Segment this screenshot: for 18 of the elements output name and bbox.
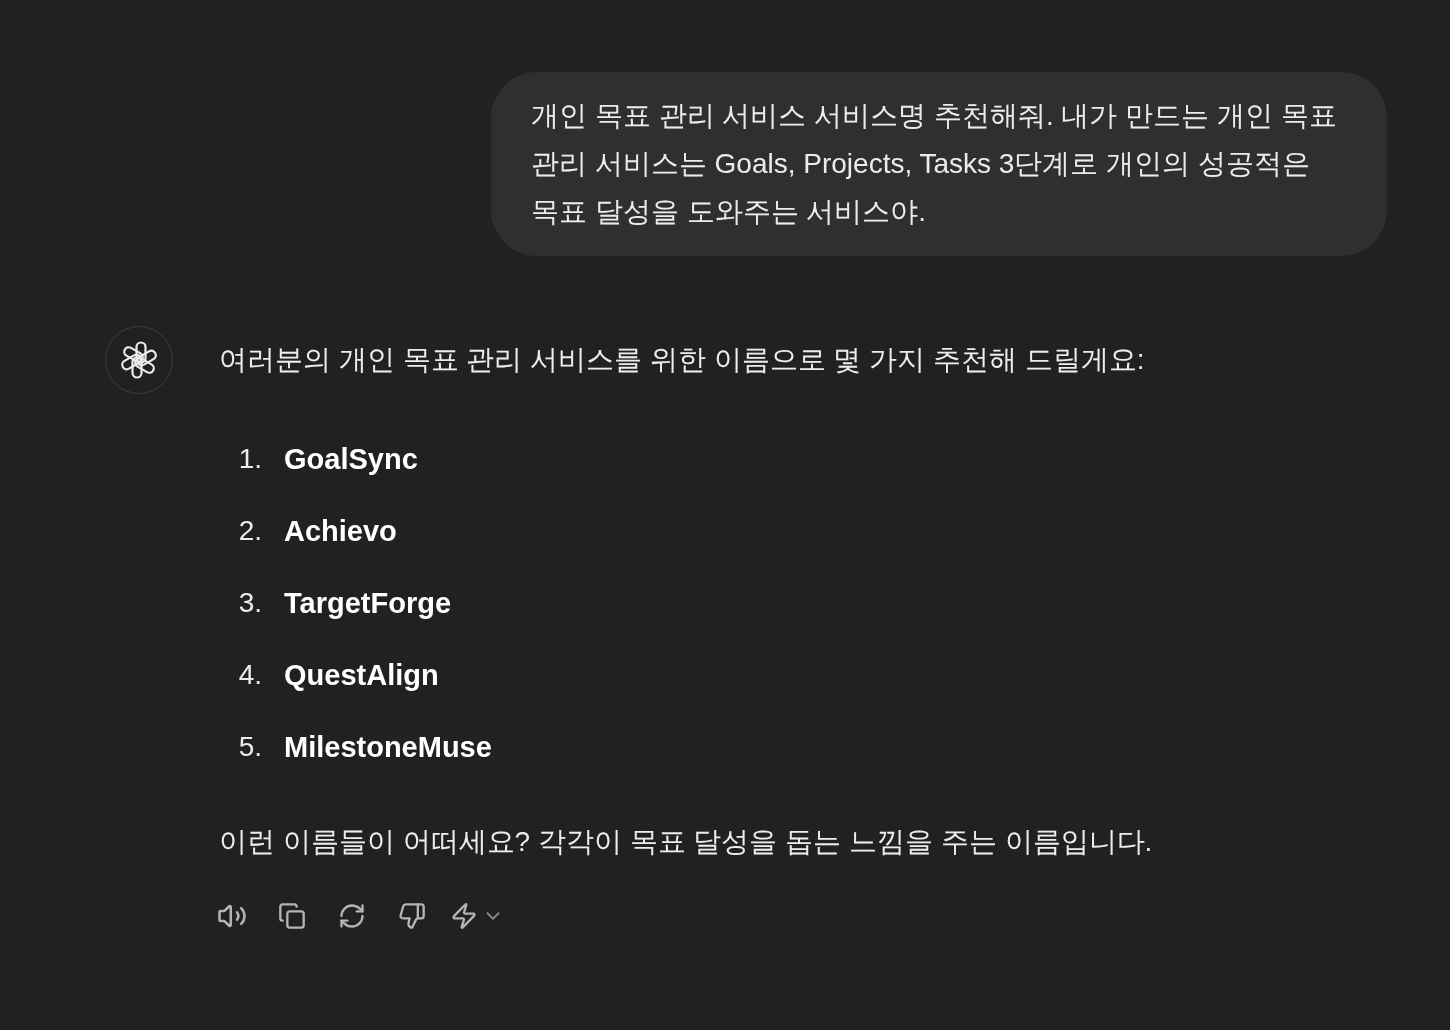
suggested-name: GoalSync	[284, 442, 418, 477]
list-number: 1.	[238, 442, 262, 476]
suggested-name: TargetForge	[284, 586, 452, 621]
user-message: 개인 목표 관리 서비스 서비스명 추천해줘. 내가 만드는 개인 목표 관리 서비스는 Goals, Projects, Tasks 3단계로 개인의 성공적은 목표 달성을 도와주는 서비스야.	[491, 72, 1387, 256]
list-number: 3.	[238, 586, 262, 620]
list-number: 2.	[238, 514, 262, 548]
suggested-name: MilestoneMuse	[284, 730, 492, 765]
suggested-name: QuestAlign	[284, 658, 439, 693]
assistant-intro-text: 여러분의 개인 목표 관리 서비스를 위한 이름으로 몇 가지 추천해 드릴게요:	[219, 343, 1146, 377]
thumbs-down-icon	[398, 902, 426, 930]
suggested-name: Achievo	[284, 514, 397, 549]
lightning-icon	[450, 902, 478, 930]
logo-icon	[105, 326, 173, 394]
list-number: 4.	[238, 658, 262, 692]
list-number: 5.	[238, 730, 262, 764]
refresh-icon	[338, 902, 366, 930]
assistant-closing-text: 이런 이름들이 어떠세요? 각각이 목표 달성을 돕는 느낌을 주는 이름입니다.	[219, 825, 1153, 859]
copy-icon	[278, 902, 306, 930]
